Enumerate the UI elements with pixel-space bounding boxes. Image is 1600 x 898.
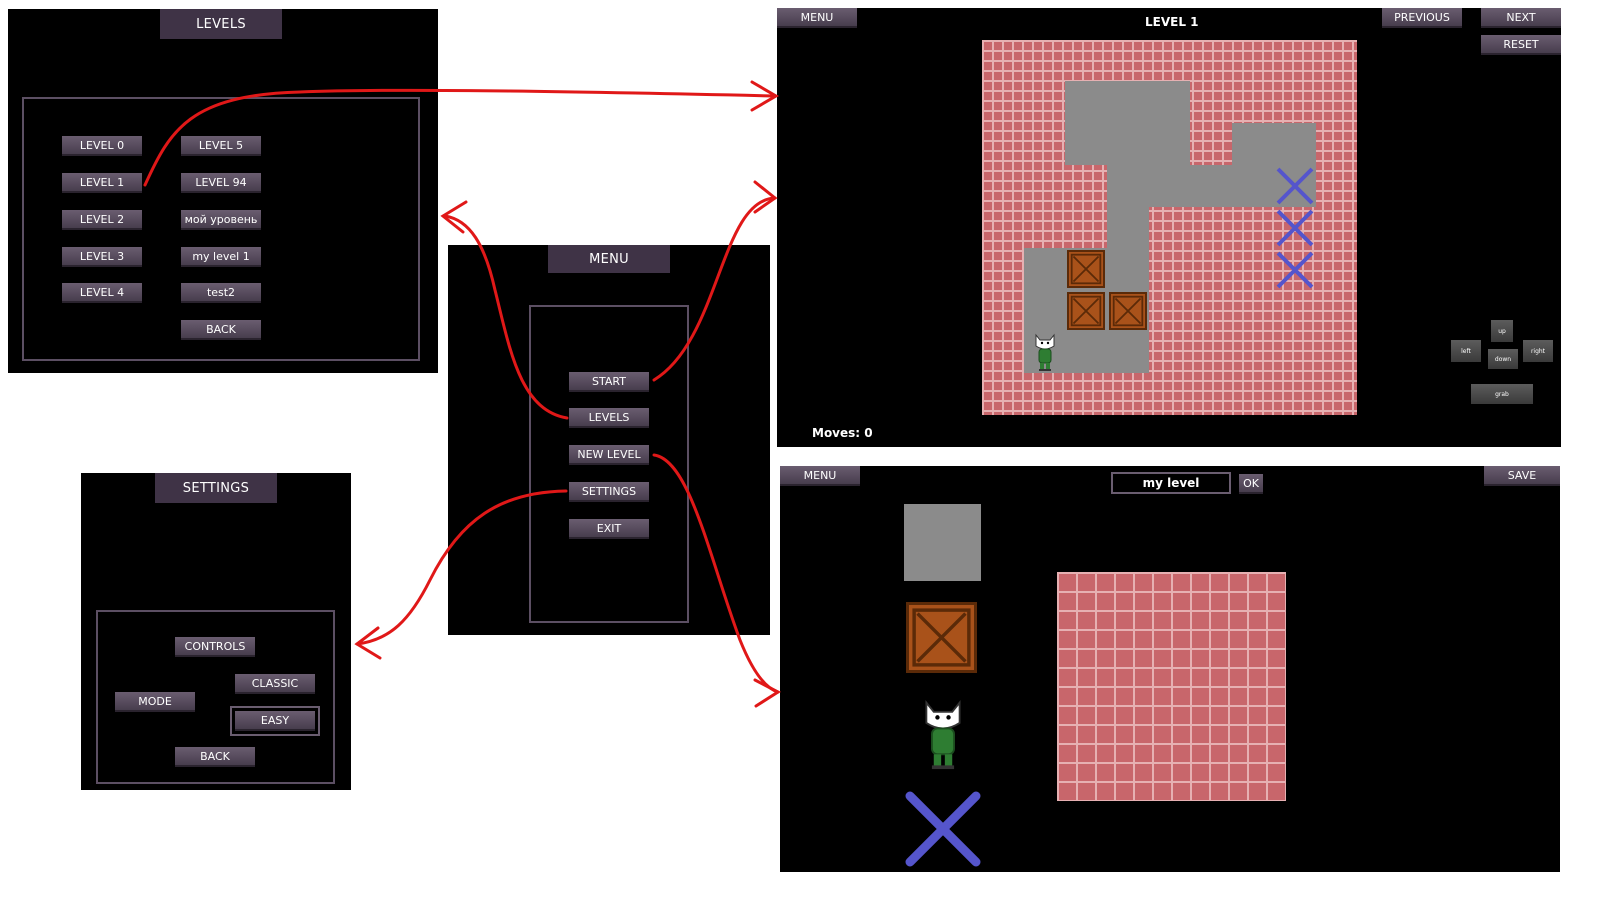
arrow-settings-to-settings-screen xyxy=(355,489,568,646)
arrow-level1-to-game xyxy=(143,88,777,187)
arrowhead-icon xyxy=(753,180,778,214)
arrow-levels-to-levels-screen xyxy=(443,214,569,420)
arrow-start-to-game xyxy=(652,196,777,382)
navigation-arrows xyxy=(143,80,781,708)
arrow-newlevel-to-editor xyxy=(652,453,780,694)
arrowhead-icon xyxy=(440,200,468,234)
